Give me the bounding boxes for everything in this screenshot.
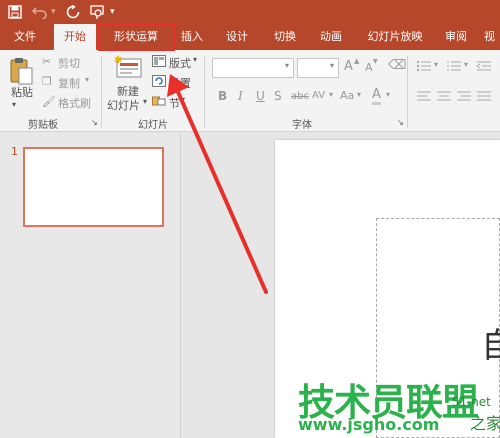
watermark-side-text: 51.net xyxy=(452,395,491,409)
watermark-url: www.jsgho.com xyxy=(298,415,440,434)
watermark-side-text-2: 之家 xyxy=(470,414,500,433)
